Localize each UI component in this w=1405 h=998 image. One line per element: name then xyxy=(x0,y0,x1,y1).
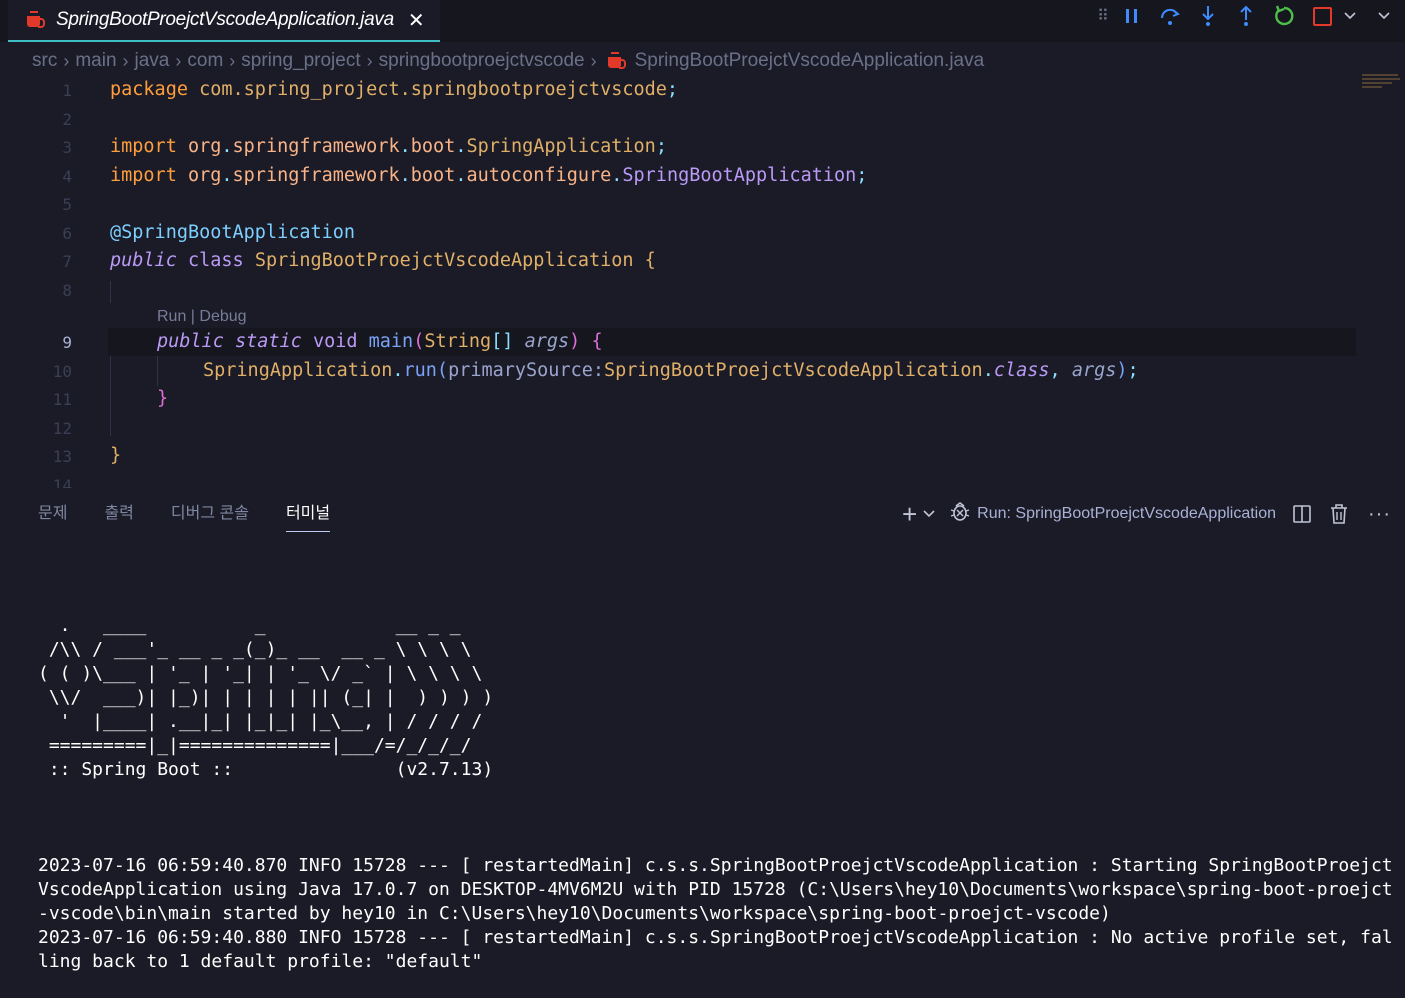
code-line: import org.springframework.boot.autoconf… xyxy=(110,165,868,186)
line-number: 11 xyxy=(52,390,72,409)
banner-line: =========|_|==============|___/=/_/_/_/ xyxy=(38,735,472,756)
breadcrumb-item[interactable]: com xyxy=(187,50,223,72)
chevron-right-icon: › xyxy=(175,50,182,71)
line-number: 2 xyxy=(62,110,72,129)
bug-icon xyxy=(949,500,971,528)
breadcrumb-item[interactable]: SpringBootProejctVscodeApplication.java xyxy=(635,50,985,72)
line-number: 6 xyxy=(62,224,72,243)
chevron-down-icon[interactable] xyxy=(1341,3,1359,29)
restart-icon[interactable] xyxy=(1265,3,1303,29)
code-editor[interactable]: 1 2 3 4 5 6 7 8 9 10 11 12 13 14 package… xyxy=(0,76,1405,488)
log-lines: 2023-07-16 06:59:40.870 INFO 15728 --- [… xyxy=(38,854,1398,974)
spring-banner: . ____ _ __ _ _ /\\ / ___'_ __ _ _(_)_ _… xyxy=(38,614,1398,782)
trash-icon[interactable] xyxy=(1330,504,1348,524)
tab-title: SpringBootProejctVscodeApplication.java xyxy=(56,9,394,30)
panel-tabs: 문제 출력 디버그 콘솔 터미널 xyxy=(38,500,367,532)
codelens-run-debug[interactable]: Run | Debug xyxy=(157,308,247,326)
breadcrumb-item[interactable]: java xyxy=(135,50,170,72)
java-file-icon xyxy=(26,11,46,29)
line-number: 4 xyxy=(62,167,72,186)
line-number: 14 xyxy=(52,476,72,488)
code-line: package com.spring_project.springbootpro… xyxy=(110,79,679,100)
grip-icon[interactable]: ⠿ xyxy=(1091,3,1113,29)
banner-line: . ____ _ __ _ _ xyxy=(38,615,461,636)
code-line: public static void main(String[] args) { xyxy=(157,331,603,352)
indent-guide xyxy=(110,356,111,436)
line-number: 7 xyxy=(62,252,72,271)
breadcrumb-item[interactable]: main xyxy=(75,50,116,72)
banner-line: /\\ / ___'_ __ _ _(_)_ __ __ _ \ \ \ \ xyxy=(38,639,472,660)
line-number: 5 xyxy=(62,195,72,214)
tab-output[interactable]: 출력 xyxy=(104,500,133,532)
step-over-icon[interactable] xyxy=(1151,3,1189,29)
code-line: import org.springframework.boot.SpringAp… xyxy=(110,136,667,157)
chevron-right-icon: › xyxy=(590,50,597,71)
indent-guide xyxy=(157,356,158,386)
tab-problems[interactable]: 문제 xyxy=(38,500,67,532)
pause-icon[interactable] xyxy=(1113,3,1151,29)
split-terminal-icon[interactable] xyxy=(1292,504,1312,524)
line-number: 10 xyxy=(52,362,72,381)
breadcrumb-item[interactable]: springbootproejctvscode xyxy=(379,50,585,72)
line-number-active: 9 xyxy=(62,333,72,352)
step-out-icon[interactable] xyxy=(1227,3,1265,29)
code-line: @SpringBootApplication xyxy=(110,222,356,243)
breadcrumb-item[interactable]: src xyxy=(32,50,57,72)
chevron-down-icon[interactable] xyxy=(1375,3,1393,29)
java-file-icon xyxy=(607,52,627,70)
line-number: 3 xyxy=(62,138,72,157)
tab-terminal[interactable]: 터미널 xyxy=(285,500,331,532)
indent-guide xyxy=(110,281,111,303)
chevron-down-icon[interactable] xyxy=(923,510,935,518)
chevron-right-icon: › xyxy=(122,50,129,71)
chevron-right-icon: › xyxy=(63,50,70,71)
banner-line: :: Spring Boot :: (v2.7.13) xyxy=(38,759,494,780)
banner-line: ( ( )\___ | '_ | '_| | '_ \/ _` | \ \ \ … xyxy=(38,663,483,684)
code-line: } xyxy=(110,445,122,466)
code-line: } xyxy=(157,388,169,409)
chevron-right-icon: › xyxy=(366,50,373,71)
breadcrumb-item[interactable]: spring_project xyxy=(241,50,360,72)
add-terminal-icon[interactable]: + xyxy=(902,499,917,530)
debug-terminal-item[interactable]: Run: SpringBootProejctVscodeApplication xyxy=(949,500,1276,528)
banner-line: \\/ ___)| |_)| | | | | || (_| | ) ) ) ) xyxy=(38,687,494,708)
line-number: 1 xyxy=(62,81,72,100)
code-line: SpringApplication.run(primarySource:Spri… xyxy=(203,360,1139,381)
breadcrumb: src › main › java › com › spring_project… xyxy=(32,48,984,74)
code-line: public class SpringBootProejctVscodeAppl… xyxy=(110,250,656,271)
tab-debug-console[interactable]: 디버그 콘솔 xyxy=(171,500,249,532)
terminal-output[interactable]: . ____ _ __ _ _ /\\ / ___'_ __ _ _(_)_ _… xyxy=(38,566,1398,998)
chevron-right-icon: › xyxy=(229,50,236,71)
editor-tab-active[interactable]: SpringBootProejctVscodeApplication.java … xyxy=(8,0,440,42)
stop-icon[interactable] xyxy=(1303,3,1341,29)
panel-actions: + Run: SpringBootProejctVscodeApplicatio… xyxy=(902,499,1391,530)
more-actions-icon[interactable]: ··· xyxy=(1368,503,1391,526)
line-number: 13 xyxy=(52,447,72,466)
banner-line: ' |____| .__|_| |_|_| |_\__, | / / / / xyxy=(38,711,483,732)
debug-toolbar: ⠿ xyxy=(1091,3,1393,29)
terminal-name: Run: SpringBootProejctVscodeApplication xyxy=(977,505,1277,522)
line-number: 8 xyxy=(62,281,72,300)
editor-tab-bar: SpringBootProejctVscodeApplication.java … xyxy=(0,0,1405,42)
line-number: 12 xyxy=(52,419,72,438)
step-into-icon[interactable] xyxy=(1189,3,1227,29)
log-line: 2023-07-16 06:59:40.880 INFO 15728 --- [… xyxy=(38,927,1393,972)
log-line: 2023-07-16 06:59:40.870 INFO 15728 --- [… xyxy=(38,855,1393,924)
close-icon[interactable]: ✕ xyxy=(408,8,425,33)
